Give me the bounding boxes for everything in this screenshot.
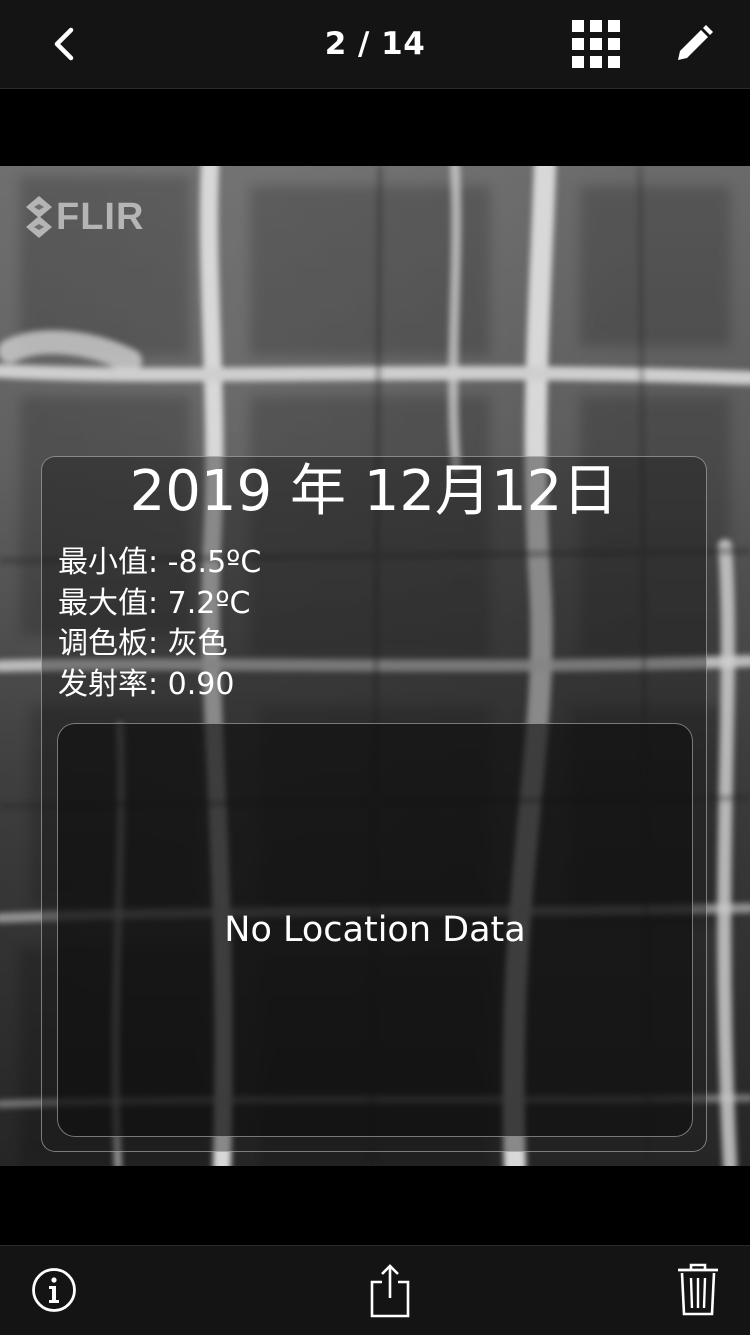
- location-map-area: No Location Data: [57, 723, 693, 1137]
- back-button[interactable]: [36, 16, 92, 72]
- info-button[interactable]: [22, 1258, 86, 1322]
- capture-date: 2019 年 12月12日: [129, 459, 619, 524]
- emissivity: 发射率: 0.90: [58, 666, 235, 702]
- pencil-icon: [678, 25, 713, 60]
- edit-button[interactable]: [664, 14, 724, 74]
- grid-view-button[interactable]: [566, 14, 626, 74]
- color-palette: 调色板: 灰色: [58, 626, 228, 661]
- flir-logo-mark-icon: [26, 196, 52, 238]
- max-temperature: 最大值: 7.2ºC: [58, 585, 251, 621]
- grid-icon: [572, 20, 620, 68]
- trash-icon: [678, 1263, 718, 1316]
- top-navigation-bar: 2 / 14: [0, 0, 750, 89]
- image-metadata-list: 最小值: -8.5ºC 最大值: 7.2ºC 调色板: 灰色 发射率: 0.90: [58, 543, 261, 705]
- min-temperature: 最小值: -8.5ºC: [58, 545, 262, 580]
- info-icon: [32, 1268, 76, 1312]
- chevron-left-icon: [54, 27, 74, 61]
- share-button[interactable]: [358, 1258, 422, 1322]
- share-icon: [370, 1264, 410, 1318]
- flir-logo-text: FLIR: [56, 195, 145, 238]
- image-counter: 2 / 14: [324, 26, 426, 62]
- bottom-toolbar: [0, 1245, 750, 1335]
- thermal-image: FLIR 2019 年 12月12日 最小值: -8.5ºC 最大值: 7.2º…: [0, 166, 750, 1166]
- flir-logo: FLIR: [24, 192, 144, 242]
- location-status-text: No Location Data: [224, 910, 526, 950]
- image-info-card: 2019 年 12月12日 最小值: -8.5ºC 最大值: 7.2ºC 调色板…: [41, 456, 707, 1152]
- delete-button[interactable]: [666, 1258, 730, 1322]
